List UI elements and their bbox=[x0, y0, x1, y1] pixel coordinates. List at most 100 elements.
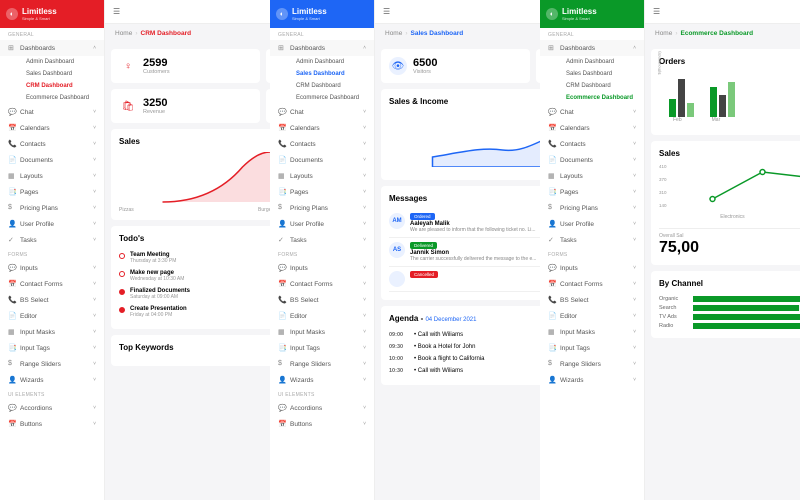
nav-icon: ▦ bbox=[8, 172, 16, 180]
chevron-down-icon: ˅ bbox=[633, 345, 636, 351]
sidebar-item[interactable]: 📞Contacts˅ bbox=[540, 136, 644, 152]
sidebar-item[interactable]: $Range Sliders˅ bbox=[540, 356, 644, 372]
sidebar-item[interactable]: 📅Buttons˅ bbox=[270, 416, 374, 432]
menu-icon[interactable]: ☰ bbox=[383, 7, 393, 16]
sidebar-item[interactable]: $Pricing Plans˅ bbox=[270, 200, 374, 216]
nav-icon: 👤 bbox=[278, 376, 286, 384]
sidebar-item[interactable]: 📄Documents˅ bbox=[270, 152, 374, 168]
nav-icon: 📞 bbox=[8, 296, 16, 304]
sidebar-item[interactable]: ▦Input Masks˅ bbox=[0, 324, 104, 340]
chevron-down-icon: ˅ bbox=[363, 345, 366, 351]
chevron-down-icon: ˅ bbox=[633, 377, 636, 383]
sidebar-item[interactable]: ✓Tasks˅ bbox=[540, 232, 644, 248]
sidebar-item[interactable]: ▦Layouts˅ bbox=[540, 168, 644, 184]
sidebar-item[interactable]: ✓Tasks˅ bbox=[0, 232, 104, 248]
sidebar-item[interactable]: ▦Layouts˅ bbox=[0, 168, 104, 184]
sidebar-item[interactable]: 💬Chat˅ bbox=[540, 104, 644, 120]
sidebar-item-admin[interactable]: Admin Dashboard bbox=[18, 56, 104, 68]
stat-customers: ♀2599Customers bbox=[111, 49, 260, 83]
sidebar-item[interactable]: ✓Tasks˅ bbox=[270, 232, 374, 248]
nav-icon: 📑 bbox=[548, 344, 556, 352]
sidebar-item[interactable]: 💬Chat˅ bbox=[0, 104, 104, 120]
sidebar-item[interactable]: 👤User Profile˅ bbox=[0, 216, 104, 232]
sidebar-item-crm[interactable]: CRM Dashboard bbox=[18, 80, 104, 92]
sidebar-item-admin[interactable]: Admin Dashboard bbox=[558, 56, 644, 68]
status-badge: Ordered bbox=[410, 213, 435, 220]
sidebar-item[interactable]: 📅Buttons˅ bbox=[0, 416, 104, 432]
sidebar-item[interactable]: 📑Input Tags˅ bbox=[540, 340, 644, 356]
nav-icon: 💬 bbox=[548, 264, 556, 272]
sidebar-item-ecom[interactable]: Ecommerce Dashboard bbox=[18, 92, 104, 104]
sidebar-item[interactable]: 📞BS Select˅ bbox=[270, 292, 374, 308]
bag-icon: 🛍 bbox=[119, 97, 137, 115]
sidebar-item[interactable]: 💬Chat˅ bbox=[270, 104, 374, 120]
sidebar-item[interactable]: 👤Wizards˅ bbox=[0, 372, 104, 388]
sidebar-item[interactable]: 👤User Profile˅ bbox=[540, 216, 644, 232]
nav-dashboards[interactable]: ⊞Dashboards˄ bbox=[0, 40, 104, 56]
sidebar-item-crm[interactable]: CRM Dashboard bbox=[558, 80, 644, 92]
sidebar-item[interactable]: 📄Documents˅ bbox=[540, 152, 644, 168]
sidebar-item[interactable]: 📞BS Select˅ bbox=[0, 292, 104, 308]
sidebar-item[interactable]: $Range Sliders˅ bbox=[270, 356, 374, 372]
chevron-down-icon: ˅ bbox=[633, 237, 636, 243]
sidebar-item[interactable]: 📅Contact Forms˅ bbox=[270, 276, 374, 292]
sidebar-item[interactable]: 👤Wizards˅ bbox=[540, 372, 644, 388]
sidebar-item[interactable]: $Range Sliders˅ bbox=[0, 356, 104, 372]
chevron-down-icon: ˅ bbox=[93, 109, 96, 115]
todo-checkbox[interactable] bbox=[119, 271, 125, 277]
sidebar-item[interactable]: 📅Calendars˅ bbox=[540, 120, 644, 136]
sidebar-item-crm[interactable]: CRM Dashboard bbox=[288, 80, 374, 92]
nav-icon: 📅 bbox=[8, 420, 16, 428]
nav-dashboards[interactable]: ⊞Dashboards˄ bbox=[540, 40, 644, 56]
sidebar-item[interactable]: 📄Documents˅ bbox=[0, 152, 104, 168]
brand: ◐LimitlessSimple & Smart bbox=[540, 0, 644, 28]
nav-dashboards[interactable]: ⊞Dashboards˄ bbox=[270, 40, 374, 56]
sidebar-item[interactable]: 📑Pages˅ bbox=[270, 184, 374, 200]
todo-checkbox[interactable] bbox=[119, 253, 125, 259]
chevron-down-icon: ˅ bbox=[93, 329, 96, 335]
user-icon: ♀ bbox=[119, 57, 137, 75]
chevron-down-icon: ˅ bbox=[633, 189, 636, 195]
menu-icon[interactable]: ☰ bbox=[653, 7, 663, 16]
chevron-down-icon: ˅ bbox=[633, 157, 636, 163]
sidebar-item[interactable]: 📄Editor˅ bbox=[540, 308, 644, 324]
sidebar-item[interactable]: 📑Pages˅ bbox=[540, 184, 644, 200]
sidebar-item[interactable]: 📅Contact Forms˅ bbox=[0, 276, 104, 292]
sidebar-item[interactable]: $Pricing Plans˅ bbox=[540, 200, 644, 216]
sidebar-item[interactable]: 📞Contacts˅ bbox=[270, 136, 374, 152]
sidebar-item-sales[interactable]: Sales Dashboard bbox=[558, 68, 644, 80]
todo-checkbox[interactable] bbox=[119, 307, 125, 313]
sidebar-item[interactable]: 👤User Profile˅ bbox=[270, 216, 374, 232]
sidebar-item[interactable]: 📅Contact Forms˅ bbox=[540, 276, 644, 292]
chevron-down-icon: ˅ bbox=[633, 329, 636, 335]
sidebar-item[interactable]: 💬Accordions˅ bbox=[270, 400, 374, 416]
nav-icon: ▦ bbox=[278, 172, 286, 180]
chevron-down-icon: ˅ bbox=[633, 125, 636, 131]
sidebar-item-ecom[interactable]: Ecommerce Dashboard bbox=[288, 92, 374, 104]
sidebar-item[interactable]: 📅Calendars˅ bbox=[0, 120, 104, 136]
sidebar-item-sales[interactable]: Sales Dashboard bbox=[288, 68, 374, 80]
sidebar-item[interactable]: 📄Editor˅ bbox=[0, 308, 104, 324]
sidebar-item[interactable]: ▦Input Masks˅ bbox=[540, 324, 644, 340]
sidebar-item[interactable]: 📑Input Tags˅ bbox=[270, 340, 374, 356]
sidebar-item[interactable]: 💬Inputs˅ bbox=[540, 260, 644, 276]
sidebar-item[interactable]: ▦Input Masks˅ bbox=[270, 324, 374, 340]
sidebar-item[interactable]: 👤Wizards˅ bbox=[270, 372, 374, 388]
sidebar-item[interactable]: 📑Input Tags˅ bbox=[0, 340, 104, 356]
nav-icon: ▦ bbox=[548, 172, 556, 180]
sidebar-item-ecom[interactable]: Ecommerce Dashboard bbox=[558, 92, 644, 104]
sidebar-item[interactable]: 💬Accordions˅ bbox=[0, 400, 104, 416]
sidebar-item[interactable]: ▦Layouts˅ bbox=[270, 168, 374, 184]
sidebar-item[interactable]: 💬Inputs˅ bbox=[0, 260, 104, 276]
sidebar-item-sales[interactable]: Sales Dashboard bbox=[18, 68, 104, 80]
sidebar-item[interactable]: 📅Calendars˅ bbox=[270, 120, 374, 136]
sidebar-item[interactable]: $Pricing Plans˅ bbox=[0, 200, 104, 216]
sidebar-item-admin[interactable]: Admin Dashboard bbox=[288, 56, 374, 68]
menu-icon[interactable]: ☰ bbox=[113, 7, 123, 16]
todo-checkbox[interactable] bbox=[119, 289, 125, 295]
sidebar-item[interactable]: 📞BS Select˅ bbox=[540, 292, 644, 308]
sidebar-item[interactable]: 📄Editor˅ bbox=[270, 308, 374, 324]
sidebar-item[interactable]: 📑Pages˅ bbox=[0, 184, 104, 200]
sidebar-item[interactable]: 💬Inputs˅ bbox=[270, 260, 374, 276]
sidebar-item[interactable]: 📞Contacts˅ bbox=[0, 136, 104, 152]
